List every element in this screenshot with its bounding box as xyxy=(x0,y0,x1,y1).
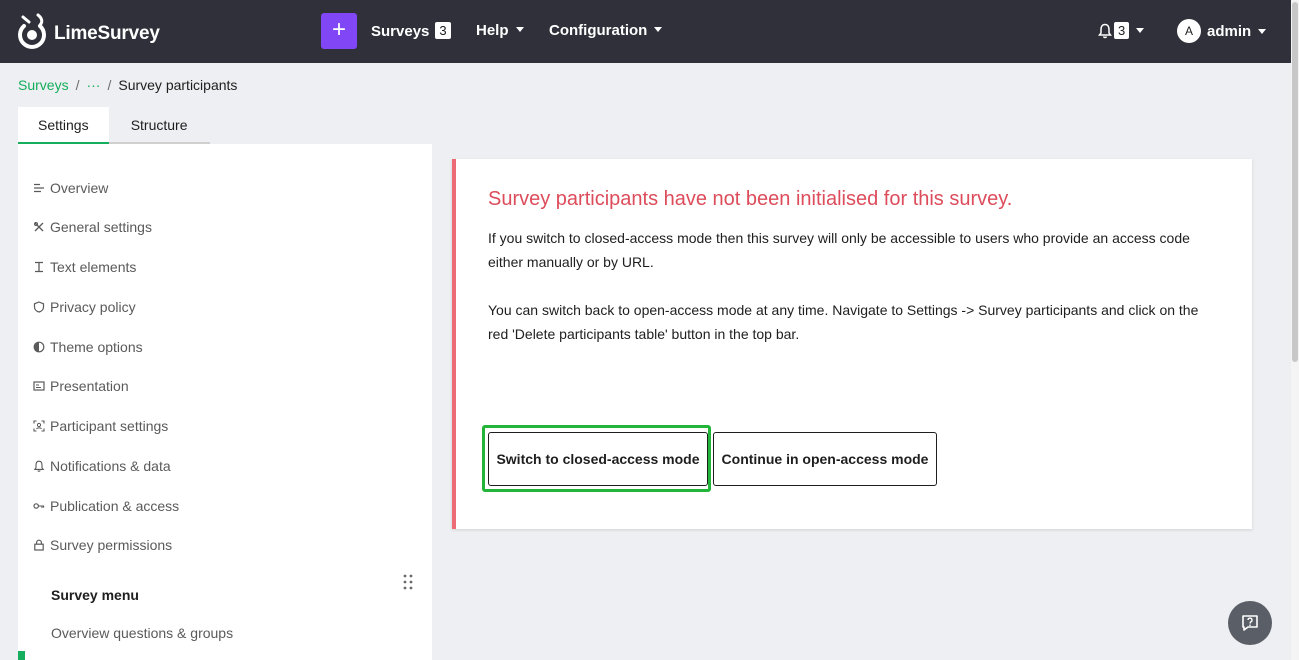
sidebar-item-overview[interactable]: Overview xyxy=(33,180,108,196)
tab-structure[interactable]: Structure xyxy=(108,107,210,144)
sidebar-item-label: General settings xyxy=(50,219,152,235)
list-icon xyxy=(34,183,44,193)
breadcrumb-surveys-link[interactable]: Surveys xyxy=(18,77,69,93)
surveys-count-badge: 3 xyxy=(435,22,451,39)
sidebar: Overview General settings Text elements … xyxy=(18,144,432,660)
scrollbar-thumb[interactable] xyxy=(1292,2,1298,362)
notifications-count-badge: 3 xyxy=(1114,22,1130,39)
participants-alert-card: Survey participants have not been initia… xyxy=(452,159,1252,529)
tab-settings[interactable]: Settings xyxy=(18,107,109,144)
sidebar-item-privacy-policy[interactable]: Privacy policy xyxy=(33,299,136,315)
sidebar-item-general-settings[interactable]: General settings xyxy=(33,219,152,235)
chevron-down-icon xyxy=(515,27,524,32)
switch-closed-access-button[interactable]: Switch to closed-access mode xyxy=(488,432,708,486)
user-name: admin xyxy=(1207,22,1252,40)
alert-paragraph-open-access: You can switch back to open-access mode … xyxy=(488,302,1199,342)
sidebar-item-theme-options[interactable]: Theme options xyxy=(33,339,143,355)
bell-icon xyxy=(1098,23,1112,38)
drag-handle-icon[interactable] xyxy=(403,574,413,595)
sidebar-item-presentation[interactable]: Presentation xyxy=(33,378,129,394)
participants-icon xyxy=(33,420,45,432)
alert-paragraph-closed-access: If you switch to closed-access mode then… xyxy=(488,230,1190,270)
sidebar-item-label: Survey permissions xyxy=(50,537,173,553)
sidebar-item-label: Notifications & data xyxy=(50,458,171,474)
sidebar-item-label: Privacy policy xyxy=(50,299,136,315)
sidebar-tabs: Settings Structure xyxy=(18,107,210,144)
user-menu-dropdown[interactable]: A admin xyxy=(1177,19,1267,43)
continue-open-access-button[interactable]: Continue in open-access mode xyxy=(713,432,937,486)
sidebar-item-publication-access[interactable]: Publication & access xyxy=(33,498,179,514)
overview-questions-groups-link[interactable]: Overview questions & groups xyxy=(51,625,233,641)
sidebar-item-participant-settings[interactable]: Participant settings xyxy=(33,418,168,434)
nav-help-label: Help xyxy=(476,22,509,39)
nav-configuration-label: Configuration xyxy=(549,22,648,39)
breadcrumb-current: Survey participants xyxy=(118,77,238,93)
sidebar-item-text-elements[interactable]: Text elements xyxy=(33,259,136,275)
nav-surveys-label: Surveys xyxy=(371,23,430,40)
page-scrollbar[interactable] xyxy=(1291,0,1299,660)
limesurvey-logo-icon xyxy=(18,13,46,49)
sidebar-item-label: Presentation xyxy=(50,378,129,394)
nav-surveys[interactable]: Surveys 3 xyxy=(371,22,451,40)
sidebar-item-notifications-data[interactable]: Notifications & data xyxy=(33,458,171,474)
lock-icon xyxy=(34,539,44,551)
sidebar-item-label: Participant settings xyxy=(50,418,169,434)
tools-icon xyxy=(34,222,44,232)
chevron-down-icon xyxy=(1136,28,1145,33)
sidebar-item-survey-permissions[interactable]: Survey permissions xyxy=(33,537,172,553)
presentation-icon xyxy=(33,381,45,391)
alert-title: Survey participants have not been initia… xyxy=(488,188,1013,210)
top-navbar: LimeSurvey + Surveys 3 Help Configuration… xyxy=(0,0,1291,63)
avatar: A xyxy=(1177,19,1201,43)
shield-icon xyxy=(33,301,45,313)
sidebar-item-label: Overview xyxy=(50,180,109,196)
breadcrumb: Surveys / ··· / Survey participants xyxy=(18,77,237,93)
chat-help-icon xyxy=(1242,615,1258,631)
chevron-down-icon xyxy=(654,27,663,32)
sidebar-item-label: Text elements xyxy=(50,259,137,275)
nav-help-dropdown[interactable]: Help xyxy=(476,22,524,39)
help-chat-button[interactable] xyxy=(1228,601,1272,645)
text-cursor-icon xyxy=(35,261,43,273)
bell-icon xyxy=(33,460,45,472)
app-name: LimeSurvey xyxy=(54,23,160,44)
breadcrumb-ellipsis-link[interactable]: ··· xyxy=(86,77,100,93)
sidebar-item-label: Theme options xyxy=(50,339,143,355)
breadcrumb-separator: / xyxy=(75,77,80,93)
breadcrumb-separator: / xyxy=(107,77,112,93)
active-indicator xyxy=(18,651,25,660)
notifications-dropdown[interactable]: 3 xyxy=(1098,22,1145,39)
sidebar-item-label: Publication & access xyxy=(50,498,180,514)
survey-menu-title: Survey menu xyxy=(51,587,139,603)
nav-configuration-dropdown[interactable]: Configuration xyxy=(549,22,663,39)
chevron-down-icon xyxy=(1258,28,1267,34)
key-icon xyxy=(33,503,45,509)
contrast-icon xyxy=(33,341,45,353)
create-survey-button[interactable]: + xyxy=(321,13,357,49)
limesurvey-logo[interactable]: LimeSurvey xyxy=(16,13,160,49)
